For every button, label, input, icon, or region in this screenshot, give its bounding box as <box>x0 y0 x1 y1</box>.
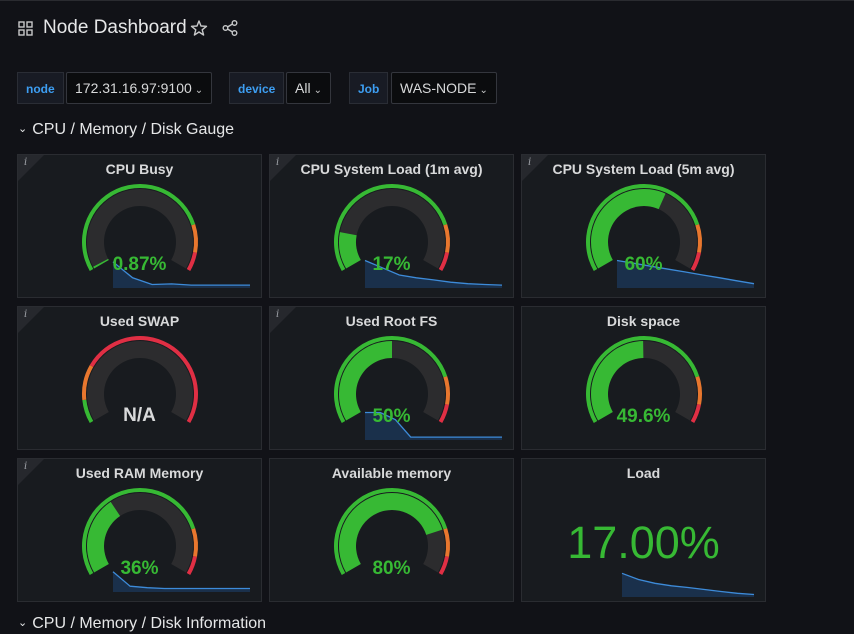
gauge-value: 50% <box>372 406 411 427</box>
page-title[interactable]: Node Dashboard <box>43 17 187 39</box>
gauge-value: 80% <box>372 558 411 579</box>
row-header-information[interactable]: ⌄ CPU / Memory / Disk Information <box>18 615 266 633</box>
gauge-value: 17% <box>372 254 411 275</box>
variable-label-job: Job <box>349 72 389 104</box>
chevron-down-icon: ⌄ <box>194 85 204 96</box>
gauge-value: 60% <box>624 254 663 275</box>
star-icon[interactable] <box>190 19 208 37</box>
variable-label-device: device <box>229 72 285 104</box>
gauge-value: N/A <box>123 405 156 426</box>
panel[interactable]: Available memory 80% <box>269 458 514 602</box>
panel[interactable]: i CPU Busy 0.87% <box>17 154 262 298</box>
stat-value: 17.00% <box>567 517 720 568</box>
row-title: CPU / Memory / Disk Information <box>32 615 267 632</box>
variable-select-device[interactable]: All ⌄ <box>286 72 331 104</box>
gauge-value: 36% <box>120 558 159 579</box>
chevron-down-icon: ⌄ <box>18 617 28 629</box>
panel[interactable]: Load 17.00% <box>521 458 766 602</box>
chevron-down-icon: ⌄ <box>479 85 488 96</box>
variable-value-job: WAS-NODE <box>400 80 477 96</box>
panel-visualization <box>82 336 199 423</box>
grid-icon[interactable] <box>18 21 33 36</box>
row-header-gauge[interactable]: ⌄ CPU / Memory / Disk Gauge <box>18 121 234 139</box>
variable-select-job[interactable]: WAS-NODE ⌄ <box>391 72 497 104</box>
dashboard-header: Node Dashboard <box>0 0 854 56</box>
variable-select-node[interactable]: 172.31.16.97:9100 ⌄ <box>66 72 213 104</box>
panel[interactable]: i Used SWAP N/A <box>17 306 262 450</box>
panel[interactable]: i CPU System Load (1m avg) 17% <box>269 154 514 298</box>
panel[interactable]: Disk space 49.6% <box>521 306 766 450</box>
panel[interactable]: i Used RAM Memory 36% <box>17 458 262 602</box>
variable-value-node: 172.31.16.97:9100 <box>75 80 192 96</box>
gauge-value: 0.87% <box>112 254 167 275</box>
row-title: CPU / Memory / Disk Gauge <box>32 121 235 138</box>
panel[interactable]: i Used Root FS 50% <box>269 306 514 450</box>
variable-value-device: All <box>295 80 311 96</box>
share-icon[interactable] <box>221 19 239 37</box>
chevron-down-icon: ⌄ <box>313 85 322 96</box>
variable-label-node: node <box>17 72 64 104</box>
gauge-value: 49.6% <box>616 406 671 427</box>
chevron-down-icon: ⌄ <box>18 123 28 135</box>
panel[interactable]: i CPU System Load (5m avg) 60% <box>521 154 766 298</box>
